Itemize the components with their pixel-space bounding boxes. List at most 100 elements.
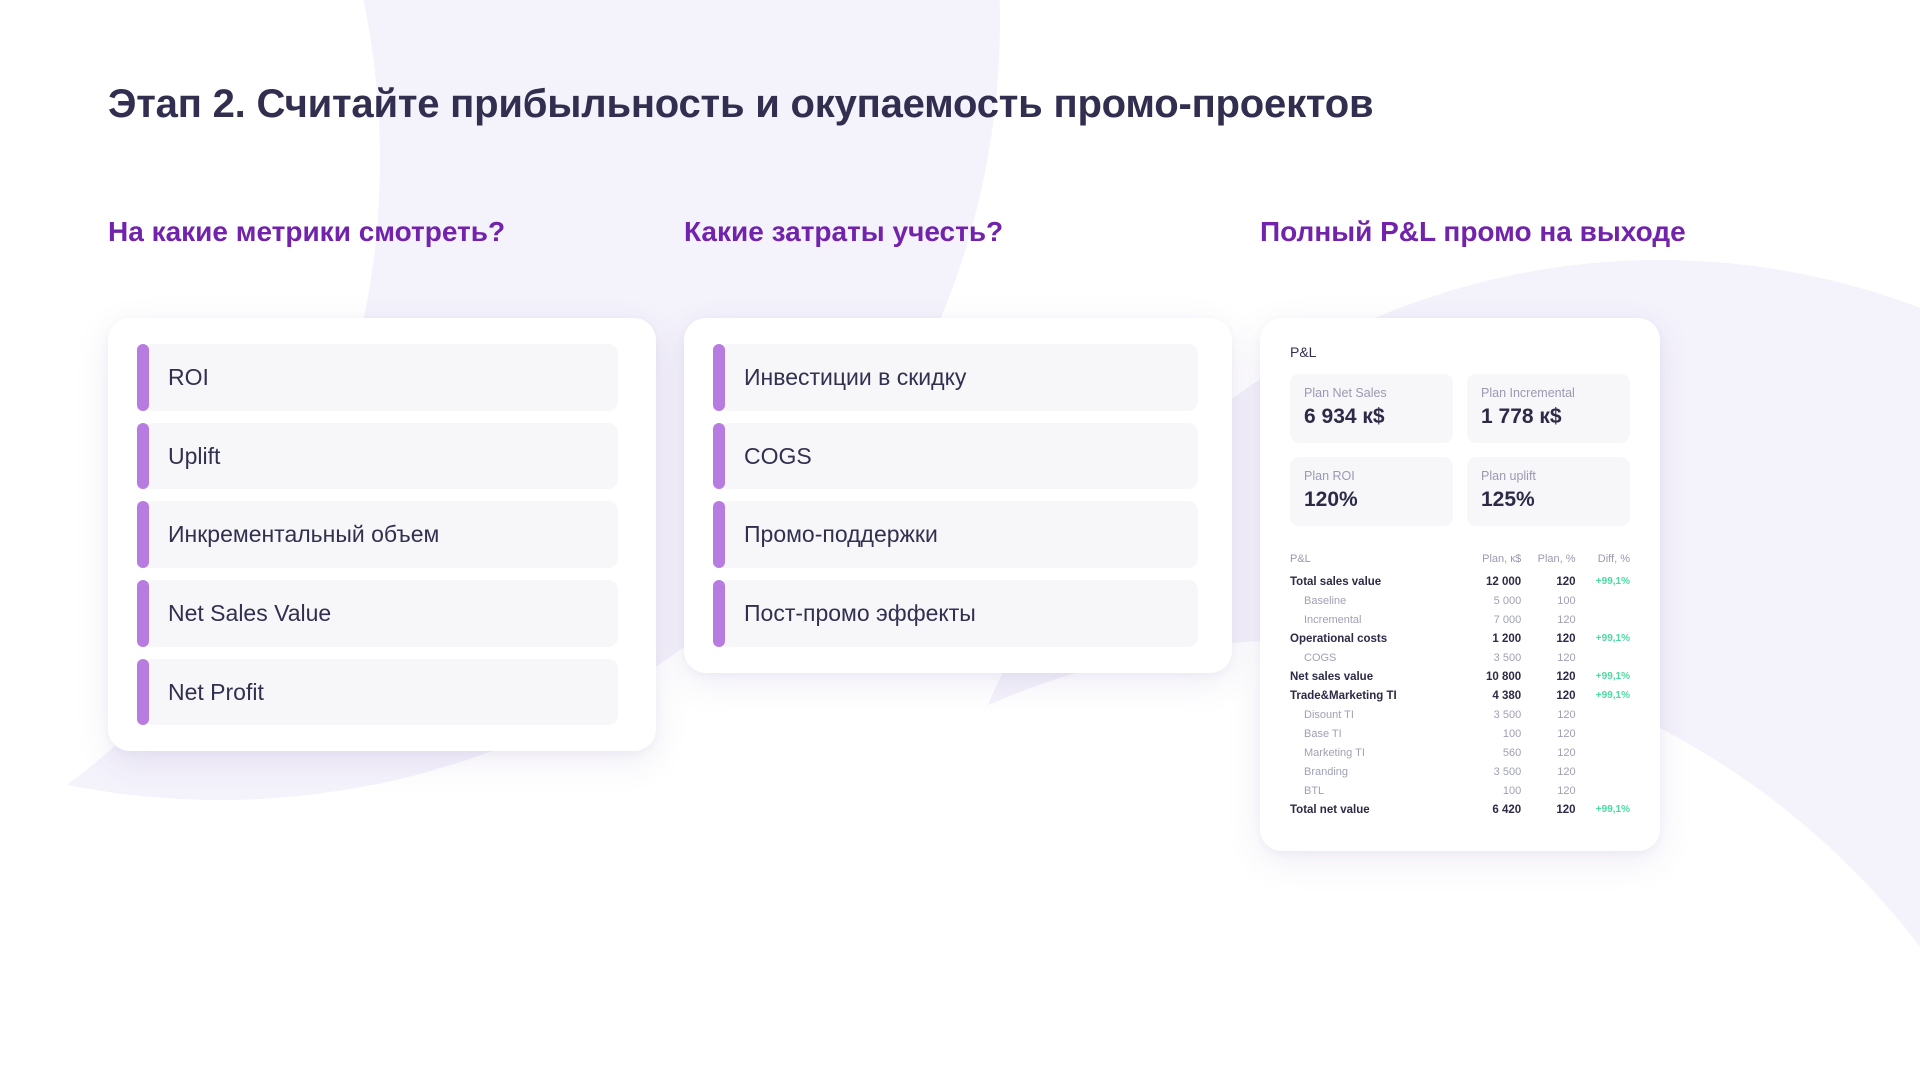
slide: Этап 2. Считайте прибыльность и окупаемо…: [0, 0, 1920, 1080]
cell-plan: 3 500: [1493, 651, 1522, 664]
list-item[interactable]: Net Sales Value: [137, 579, 618, 647]
kpi-label: Plan uplift: [1481, 469, 1536, 483]
kpi-label: Plan Net Sales: [1304, 386, 1387, 400]
cell-name: Total sales value: [1290, 575, 1382, 588]
cell-name: Base TI: [1304, 727, 1342, 740]
accent-bar-icon: [713, 501, 725, 568]
cell-plan: 100: [1502, 784, 1522, 797]
list-item[interactable]: Инкрементальный объем: [137, 501, 618, 568]
kpi-tile-plan-uplift[interactable]: Plan uplift 125%: [1467, 457, 1630, 526]
list-item[interactable]: ROI: [137, 344, 618, 411]
list-item-label: Промо-поддержки: [744, 521, 938, 548]
list-item-label: Инкрементальный объем: [168, 521, 440, 548]
header-plan: Plan, к$: [1482, 553, 1522, 565]
cell-diff: [1576, 610, 1630, 629]
cell-diff: +99,1%: [1595, 633, 1630, 644]
cell-plan: 100: [1502, 727, 1522, 740]
cell-plan: 560: [1502, 746, 1522, 759]
kpi-value: 1 778 к$: [1481, 405, 1562, 428]
cell-pct: 120: [1556, 632, 1576, 645]
kpi-label: Plan ROI: [1304, 469, 1355, 483]
list-item-label: Net Profit: [168, 678, 264, 705]
cell-pct: 120: [1557, 765, 1576, 778]
column-pl: Полный P&L промо на выходе P&L Plan Net …: [1260, 212, 1808, 851]
cell-pct: 120: [1556, 575, 1576, 588]
cell-diff: +99,1%: [1595, 671, 1630, 682]
cell-diff: [1576, 762, 1630, 781]
list-item[interactable]: Net Profit: [137, 658, 618, 726]
cell-name: Total net value: [1290, 803, 1370, 816]
cell-diff: [1576, 743, 1630, 762]
cell-pct: 120: [1557, 613, 1576, 626]
list-item[interactable]: Uplift: [137, 422, 618, 490]
list-item-label: COGS: [744, 442, 812, 469]
cell-pct: 100: [1557, 594, 1576, 607]
cell-pct: 120: [1556, 803, 1576, 816]
table-row[interactable]: Trade&Marketing TI 4 380 120 +99,1%: [1290, 686, 1630, 705]
cell-diff: [1576, 705, 1630, 724]
list-item-label: Net Sales Value: [168, 599, 332, 626]
list-item[interactable]: COGS: [713, 422, 1198, 490]
table-row[interactable]: BTL 100 120: [1290, 781, 1630, 800]
accent-bar-icon: [137, 579, 149, 647]
accent-bar-icon: [713, 344, 725, 411]
table-row[interactable]: Disount TI 3 500 120: [1290, 705, 1630, 724]
list-item[interactable]: Пост-промо эффекты: [713, 579, 1198, 647]
cell-pct: 120: [1557, 708, 1576, 721]
cell-name: Baseline: [1304, 594, 1347, 607]
cell-name: COGS: [1304, 651, 1337, 664]
cell-plan: 10 800: [1486, 670, 1522, 683]
columns-container: На какие метрики смотреть? ROI Uplift Ин…: [108, 212, 1812, 851]
accent-bar-icon: [713, 422, 725, 490]
cell-name: Net sales value: [1290, 670, 1374, 683]
table-row[interactable]: Branding 3 500 120: [1290, 762, 1630, 781]
column-heading-pl: Полный P&L промо на выходе: [1260, 216, 1686, 247]
list-item-label: Uplift: [168, 442, 221, 469]
cell-plan: 6 420: [1492, 803, 1522, 816]
cell-plan: 3 500: [1493, 708, 1522, 721]
kpi-tile-plan-incremental[interactable]: Plan Incremental 1 778 к$: [1467, 374, 1630, 443]
table-row[interactable]: Operational costs 1 200 120 +99,1%: [1290, 629, 1630, 648]
kpi-value: 125%: [1481, 488, 1535, 511]
cell-name: BTL: [1304, 784, 1325, 797]
kpi-value: 6 934 к$: [1304, 405, 1385, 428]
accent-bar-icon: [137, 658, 149, 726]
column-metrics: На какие метрики смотреть? ROI Uplift Ин…: [108, 212, 656, 752]
cell-diff: +99,1%: [1595, 690, 1630, 701]
table-row[interactable]: Net sales value 10 800 120 +99,1%: [1290, 667, 1630, 686]
accent-bar-icon: [137, 501, 149, 568]
table-row[interactable]: Baseline 5 000 100: [1290, 591, 1630, 610]
table-row[interactable]: Total sales value 12 000 120 +99,1%: [1290, 572, 1630, 591]
column-costs: Какие затраты учесть? Инвестиции в скидк…: [684, 212, 1232, 673]
cell-plan: 4 380: [1492, 689, 1522, 702]
header-name: P&L: [1290, 553, 1311, 565]
cell-pct: 120: [1557, 784, 1576, 797]
table-row[interactable]: Total net value 6 420 120 +99,1%: [1290, 800, 1630, 819]
list-item[interactable]: Инвестиции в скидку: [713, 344, 1198, 411]
cell-pct: 120: [1557, 746, 1576, 759]
kpi-tile-plan-net-sales[interactable]: Plan Net Sales 6 934 к$: [1290, 374, 1453, 443]
table-row[interactable]: Incremental 7 000 120: [1290, 610, 1630, 629]
pl-table: P&L Plan, к$ Plan, % Diff, % Total sales…: [1290, 550, 1630, 819]
cell-pct: 120: [1556, 670, 1576, 683]
kpi-tile-plan-roi[interactable]: Plan ROI 120%: [1290, 457, 1453, 526]
cell-plan: 3 500: [1493, 765, 1522, 778]
cell-name: Branding: [1304, 765, 1349, 778]
list-item[interactable]: Промо-поддержки: [713, 501, 1198, 568]
table-row[interactable]: Marketing TI 560 120: [1290, 743, 1630, 762]
cell-plan: 7 000: [1493, 613, 1522, 626]
kpi-value: 120%: [1304, 488, 1358, 511]
cell-pct: 120: [1556, 689, 1576, 702]
cell-diff: [1576, 591, 1630, 610]
table-row[interactable]: Base TI 100 120: [1290, 724, 1630, 743]
pl-table-body: Total sales value 12 000 120 +99,1% Baseline…: [1290, 572, 1630, 819]
accent-bar-icon: [137, 422, 149, 490]
column-heading-metrics: На какие метрики смотреть?: [108, 216, 506, 247]
table-row[interactable]: COGS 3 500 120: [1290, 648, 1630, 667]
kpi-label: Plan Incremental: [1481, 386, 1575, 400]
list-item-label: Пост-промо эффекты: [744, 599, 976, 626]
cell-diff: [1576, 781, 1630, 800]
cell-diff: [1576, 724, 1630, 743]
cell-plan: 1 200: [1492, 632, 1522, 645]
cell-plan: 12 000: [1486, 575, 1522, 588]
